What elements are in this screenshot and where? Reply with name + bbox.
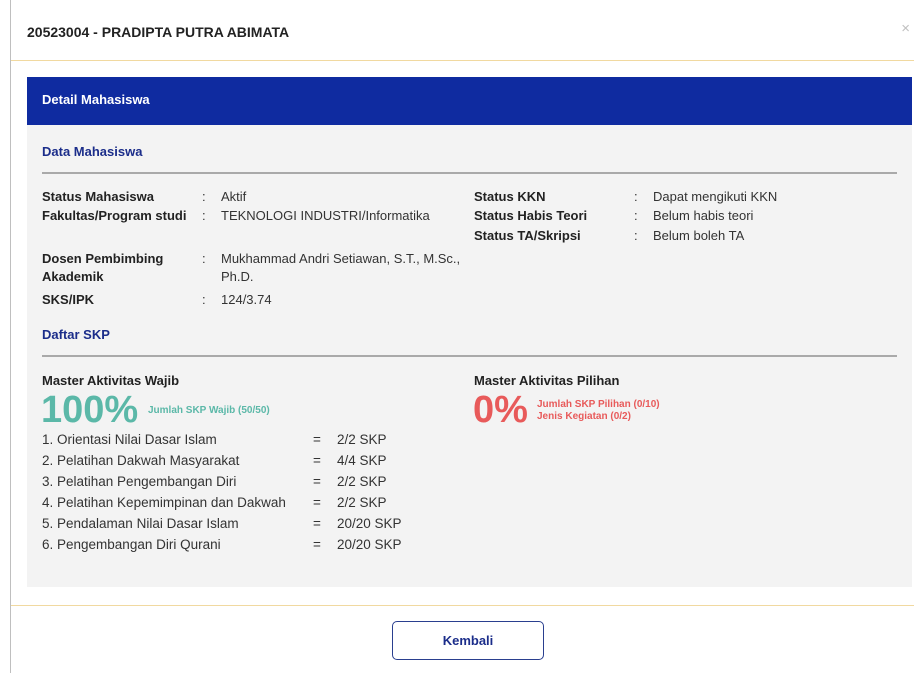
- skp-item-value: 2/2 SKP: [337, 474, 387, 489]
- skp-item-value: 2/2 SKP: [337, 432, 387, 447]
- skp-item-name: 4. Pelatihan Kepemimpinan dan Dakwah: [42, 495, 286, 510]
- info-colon: :: [202, 292, 206, 307]
- info-colon: :: [634, 189, 638, 204]
- modal-footer-divider: [11, 605, 914, 606]
- skp-item-name: 2. Pelatihan Dakwah Masyarakat: [42, 453, 240, 468]
- skp-item-value: 20/20 SKP: [337, 516, 402, 531]
- info-value: Mukhammad Andri Setiawan, S.T., M.Sc., P…: [221, 251, 461, 284]
- info-value: Dapat mengikuti KKN: [653, 189, 778, 204]
- skp-item-eq: =: [313, 495, 321, 510]
- skp-item-value: 4/4 SKP: [337, 453, 387, 468]
- info-colon: :: [202, 251, 206, 266]
- wajib-percent: 100%: [41, 389, 139, 431]
- skp-item-eq: =: [313, 537, 321, 552]
- skp-item-eq: =: [313, 432, 321, 447]
- info-label: Dosen Pembimbing Akademik: [42, 251, 164, 284]
- pilihan-title: Master Aktivitas Pilihan: [474, 373, 620, 388]
- info-label: Status KKN: [474, 189, 546, 204]
- info-value: Belum boleh TA: [653, 228, 745, 243]
- section-title-data-mahasiswa: Data Mahasiswa: [42, 144, 143, 159]
- modal-border: [10, 0, 11, 673]
- info-label: Fakultas/Program studi: [42, 208, 187, 223]
- pilihan-percent: 0%: [473, 389, 528, 431]
- section-title-daftar-skp: Daftar SKP: [42, 327, 110, 342]
- info-label: SKS/IPK: [42, 292, 95, 307]
- skp-item-value: 2/2 SKP: [337, 495, 387, 510]
- wajib-caption: Jumlah SKP Wajib (50/50): [148, 405, 270, 416]
- skp-item-eq: =: [313, 474, 321, 489]
- modal-header: 20523004 - PRADIPTA PUTRA ABIMATA ×: [11, 0, 914, 61]
- pilihan-caption-jenis: Jenis Kegiatan (0/2): [537, 411, 631, 422]
- skp-item-name: 3. Pelatihan Pengembangan Diri: [42, 474, 237, 489]
- panel-title: Detail Mahasiswa: [27, 77, 912, 125]
- info-value: Aktif: [221, 189, 247, 204]
- info-value: Belum habis teori: [653, 208, 754, 223]
- skp-item-value: 20/20 SKP: [337, 537, 402, 552]
- skp-item-name: 1. Orientasi Nilai Dasar Islam: [42, 432, 217, 447]
- info-label: Status Mahasiswa: [42, 189, 154, 204]
- modal-title: 20523004 - PRADIPTA PUTRA ABIMATA: [27, 24, 290, 40]
- info-colon: :: [634, 208, 638, 223]
- info-value: 124/3.74: [221, 292, 272, 307]
- close-icon[interactable]: ×: [901, 20, 910, 37]
- info-label: Status TA/Skripsi: [474, 228, 581, 243]
- skp-item-name: 5. Pendalaman Nilai Dasar Islam: [42, 516, 239, 531]
- info-colon: :: [202, 189, 206, 204]
- skp-item-eq: =: [313, 516, 321, 531]
- info-value: TEKNOLOGI INDUSTRI/Informatika: [221, 208, 430, 223]
- info-colon: :: [202, 208, 206, 223]
- skp-item-name: 6. Pengembangan Diri Qurani: [42, 537, 221, 552]
- pilihan-caption-skp: Jumlah SKP Pilihan (0/10): [537, 399, 660, 410]
- kembali-button[interactable]: Kembali: [392, 621, 544, 660]
- skp-item-eq: =: [313, 453, 321, 468]
- wajib-title: Master Aktivitas Wajib: [42, 373, 180, 388]
- divider: [42, 355, 897, 357]
- info-label: Status Habis Teori: [474, 208, 588, 223]
- detail-panel: Detail Mahasiswa Data Mahasiswa Status M…: [27, 77, 912, 587]
- divider: [42, 172, 897, 174]
- info-colon: :: [634, 228, 638, 243]
